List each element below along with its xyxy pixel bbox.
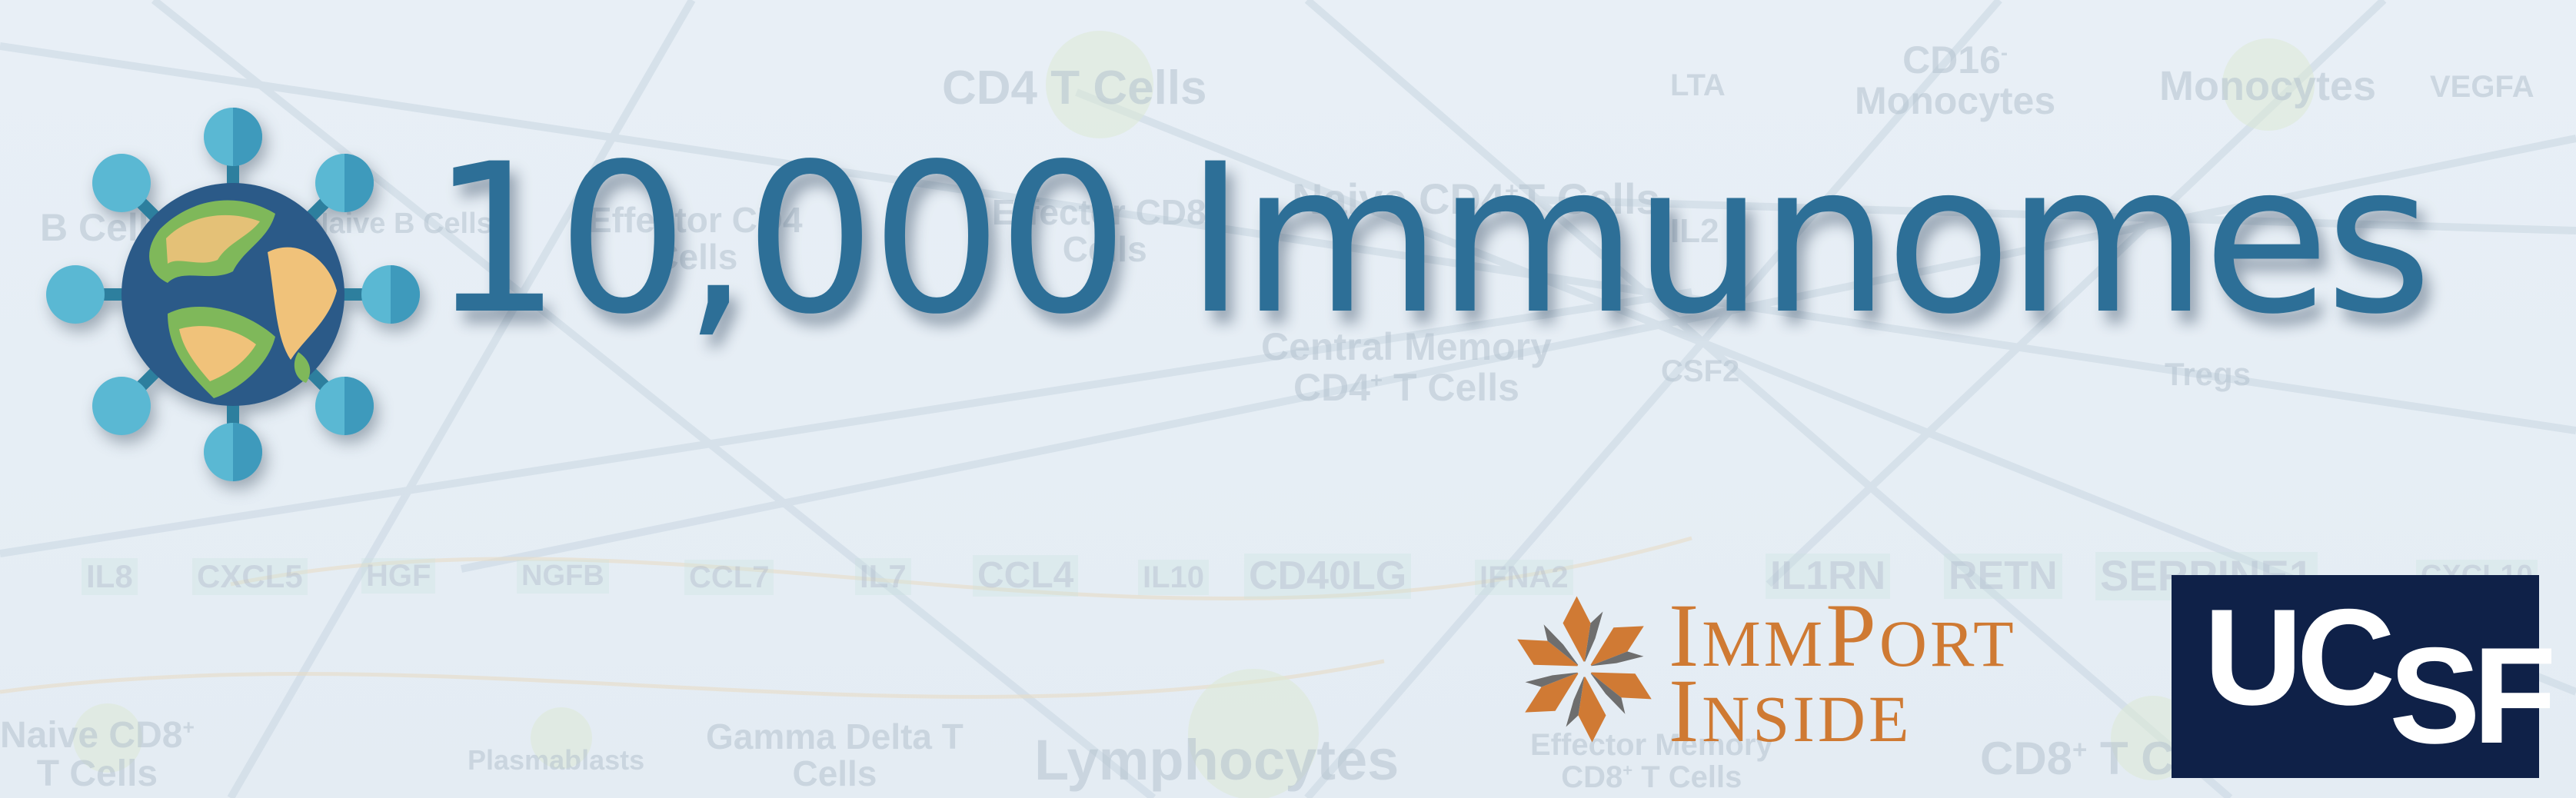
immport-wordmark-line2: INSIDE xyxy=(1669,666,1912,756)
bg-label-il10: IL10 xyxy=(1138,560,1210,595)
bg-label-cd16-monocytes: CD16- Monocytes xyxy=(1855,40,2055,121)
bg-label-il8: IL8 xyxy=(82,558,138,596)
bg-label-part: Monocytes xyxy=(1855,78,2056,122)
immport-letter: I xyxy=(1669,660,1702,761)
bg-label-ccl7: CCL7 xyxy=(684,560,774,595)
bg-label-plasmablasts: Plasmablasts xyxy=(468,744,645,776)
immport-star-icon xyxy=(1510,596,1659,743)
bg-label-cd40lg: CD40LG xyxy=(1244,554,1412,599)
bg-label-part: T Cells xyxy=(36,753,158,795)
bg-label-csf2: CSF2 xyxy=(1661,354,1740,388)
bg-label-sup: + xyxy=(1622,760,1633,780)
bg-label-monocytes: Monocytes xyxy=(2159,63,2377,109)
ucsf-logo: UCSF xyxy=(2172,575,2557,778)
bg-label-cxcl5: CXCL5 xyxy=(192,558,308,596)
bg-label-hgf: HGF xyxy=(361,558,436,594)
globe-virus-icon xyxy=(46,108,420,481)
bg-label-part: Gamma Delta T xyxy=(706,717,964,756)
bg-label-part: T Cells xyxy=(1632,760,1742,794)
bg-label-part: Naive CD8 xyxy=(0,715,183,756)
ucsf-wordmark: UCSF xyxy=(2204,589,2557,764)
bg-label-lymphocytes: Lymphocytes xyxy=(1034,728,1399,792)
bg-label-il7: IL7 xyxy=(855,558,911,596)
bg-label-part: CD8 xyxy=(1561,760,1623,794)
bg-label-sup: + xyxy=(182,716,195,739)
ucsf-part-uc: UC xyxy=(2204,580,2395,733)
bg-label-part: T Cells xyxy=(1383,365,1519,409)
bg-label-ccl4: CCL4 xyxy=(973,555,1079,597)
bg-label-ngfb: NGFB xyxy=(517,560,609,594)
bg-label-gamma-delta: Gamma Delta T Cells xyxy=(706,718,964,793)
immport-inside-logo: IMMPORT INSIDE xyxy=(1506,583,2144,756)
bg-label-cd4-t-cells: CD4 T Cells xyxy=(942,62,1207,115)
bg-label-lta: LTA xyxy=(1670,68,1726,102)
bg-label-tregs: Tregs xyxy=(2165,356,2252,392)
bg-label-part: CD4 xyxy=(1293,365,1370,409)
bg-label-part: CD16 xyxy=(1902,38,2001,81)
ucsf-part-sf: SF xyxy=(2389,619,2556,772)
bg-label-naive-cd8: Naive CD8+ T Cells xyxy=(0,715,195,795)
bg-label-vegfa: VEGFA xyxy=(2430,70,2534,104)
bg-label-sup: + xyxy=(1370,367,1383,391)
banner: CD4 T Cells LTA CD16- Monocytes Monocyte… xyxy=(0,0,2576,798)
bg-label-sup: - xyxy=(2000,40,2009,65)
immport-letters: NSIDE xyxy=(1702,682,1912,756)
bg-label-part: Cells xyxy=(792,753,877,794)
page-title: 10,000 Immunomes xyxy=(431,120,2432,360)
